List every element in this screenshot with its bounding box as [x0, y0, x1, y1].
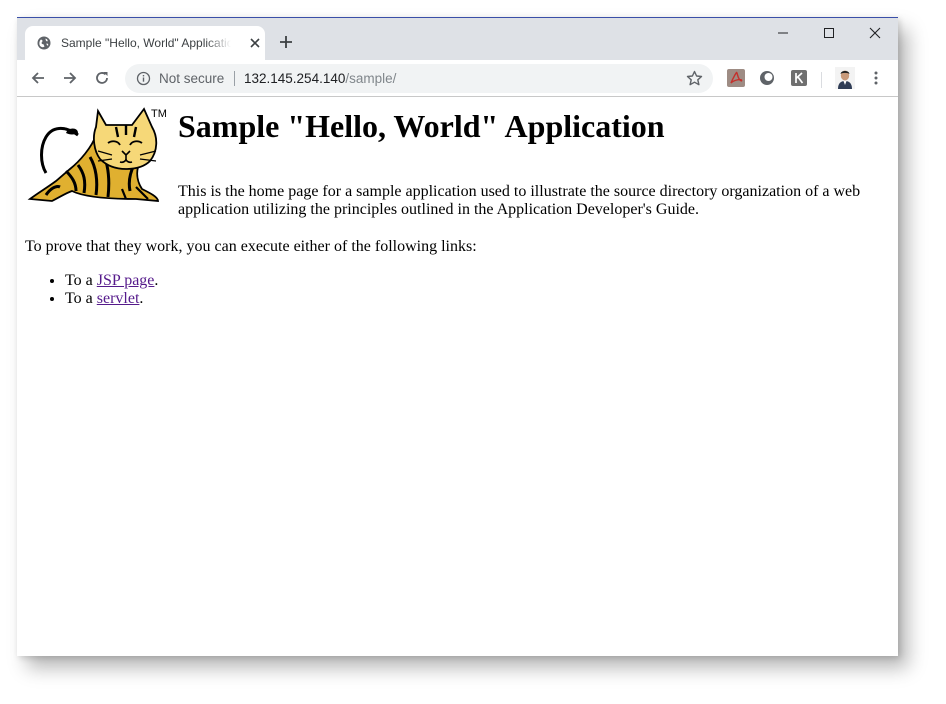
trademark-mark: TM — [151, 108, 167, 120]
circle-extension-icon[interactable] — [758, 69, 776, 87]
profile-avatar-icon[interactable] — [835, 67, 855, 89]
security-label[interactable]: Not secure — [159, 71, 224, 86]
adobe-acrobat-icon[interactable] — [727, 69, 745, 87]
info-icon[interactable] — [136, 71, 151, 86]
browser-window: Sample "Hello, World" Application Not se… — [17, 17, 898, 656]
address-separator — [234, 71, 235, 86]
list-item-jsp: To a JSP page. — [65, 272, 158, 290]
reload-icon[interactable] — [94, 70, 110, 86]
link-prefix: To a — [65, 290, 97, 307]
tab-title: Sample "Hello, World" Application — [61, 36, 231, 50]
k-extension-icon[interactable] — [790, 69, 808, 87]
toolbar-separator — [821, 72, 822, 88]
page-content: TM Sample "Hello, World" Application Thi… — [17, 97, 898, 656]
url-text[interactable]: 132.145.254.140/sample/ — [244, 71, 396, 86]
window-close-icon[interactable] — [868, 26, 882, 40]
back-arrow-icon[interactable] — [30, 70, 46, 86]
url-path: /sample/ — [345, 71, 397, 86]
new-tab-plus-icon[interactable] — [279, 35, 293, 49]
tab-close-icon[interactable] — [249, 37, 261, 49]
list-item-servlet: To a servlet. — [65, 290, 158, 308]
minimize-icon[interactable] — [776, 26, 790, 40]
maximize-icon[interactable] — [822, 26, 836, 40]
link-prefix: To a — [65, 272, 97, 289]
instructions-text: To prove that they work, you can execute… — [25, 238, 477, 255]
jsp-page-link[interactable]: JSP page — [97, 272, 155, 289]
links-list: To a JSP page. To a servlet. — [25, 272, 158, 308]
link-suffix: . — [154, 272, 159, 289]
browser-toolbar: Not secure 132.145.254.140/sample/ — [17, 60, 898, 97]
active-tab[interactable]: Sample "Hello, World" Application — [25, 26, 265, 60]
intro-paragraph: This is the home page for a sample appli… — [178, 183, 861, 218]
link-suffix: . — [139, 290, 144, 307]
forward-arrow-icon[interactable] — [62, 70, 78, 86]
globe-icon — [37, 36, 51, 50]
tab-strip: Sample "Hello, World" Application — [17, 18, 898, 60]
servlet-link[interactable]: servlet — [97, 290, 140, 307]
page-title: Sample "Hello, World" Application — [178, 108, 665, 144]
url-host: 132.145.254.140 — [244, 71, 346, 86]
tomcat-logo: TM — [27, 107, 167, 202]
kebab-menu-icon[interactable] — [869, 70, 883, 86]
bookmark-star-icon[interactable] — [686, 70, 703, 87]
address-bar[interactable]: Not secure 132.145.254.140/sample/ — [125, 64, 713, 93]
